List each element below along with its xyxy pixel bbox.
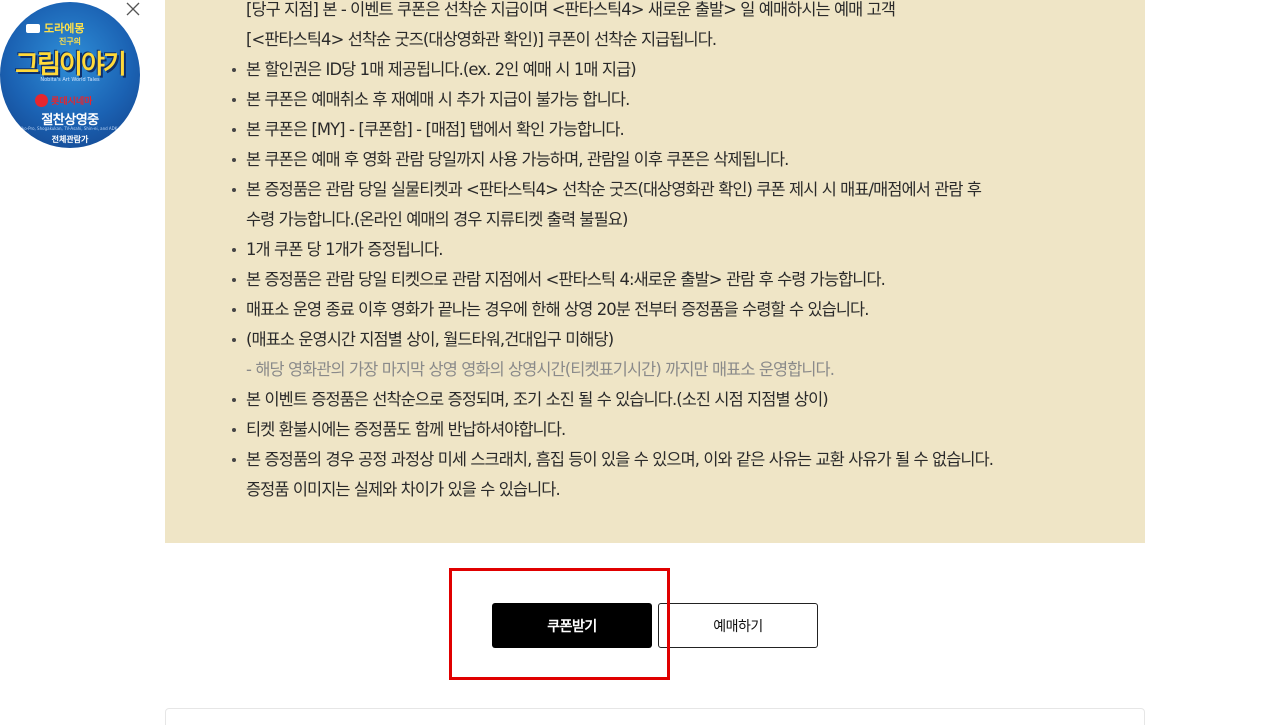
notice-item: 티켓 환불시에는 증정품도 함께 반납하셔야합니다.	[246, 420, 566, 439]
notice-item: 본 쿠폰은 예매 후 영화 관람 당일까지 사용 가능하며, 관람일 이후 쿠폰…	[246, 150, 789, 169]
brand-logo-icon	[35, 93, 48, 107]
notice-item: 본 쿠폰은 예매취소 후 재예매 시 추가 지급이 불가능 합니다.	[246, 90, 630, 109]
notice-item: 본 쿠폰은 [MY] - [쿠폰함] - [매점] 탭에서 확인 가능합니다.	[246, 120, 625, 139]
notice-item: 본 증정품의 경우 공정 과정상 미세 스크래치, 흠집 등이 있을 수 있으며…	[246, 450, 994, 469]
notice-sub-item: - 해당 영화관의 가장 마지막 상영 영화의 상영시간(티켓표기시간) 까지만…	[246, 360, 835, 379]
bullet-dot-icon	[232, 115, 238, 145]
rating-badge	[26, 24, 40, 33]
notice-item: 매표소 운영 종료 이후 영화가 끝나는 경우에 한해 상영 20분 전부터 증…	[246, 300, 869, 319]
bullet-dot-icon	[232, 445, 238, 475]
book-ticket-button[interactable]: 예매하기	[658, 603, 818, 648]
bullet-dot-icon	[232, 55, 238, 85]
brand-logo: 롯데시네마	[35, 92, 92, 108]
bullet-dot-icon	[232, 85, 238, 115]
notice-item: (매표소 운영시간 지점별 상이, 월드타워,건대입구 미해당)	[246, 330, 614, 349]
notice-list: [당구 지점] 본 - 이벤트 쿠폰은 선착순 지급이며 <판타스틱4> 새로운…	[165, 0, 1145, 543]
get-coupon-button[interactable]: 쿠폰받기	[492, 603, 652, 648]
bullet-dot-icon	[232, 295, 238, 325]
banner-title: 그림이야기	[15, 50, 127, 80]
notice-item: [당구 지점] 본 - 이벤트 쿠폰은 선착순 지급이며 <판타스틱4> 새로운…	[246, 0, 896, 19]
bullet-dot-icon	[232, 415, 238, 445]
close-icon	[126, 2, 140, 16]
banner-tag: 도라에몽	[44, 22, 85, 35]
notice-item: 수령 가능합니다.(온라인 예매의 경우 지류티켓 출력 불필요)	[246, 210, 628, 229]
notice-item: 1개 쿠폰 당 1개가 증정됩니다.	[246, 240, 443, 259]
brand-logo-text: 롯데시네마	[51, 96, 93, 107]
notice-item: 본 할인권은 ID당 1매 제공됩니다.(ex. 2인 예매 시 1매 지급)	[246, 60, 637, 79]
notice-item: [<판타스틱4> 선착순 굿즈(대상영화관 확인)] 쿠폰이 선착순 지급됩니다…	[246, 30, 717, 49]
bullet-dot-icon	[232, 265, 238, 295]
banner-english-title: Nobita's Art World Tales	[40, 77, 100, 83]
bullet-dot-icon	[232, 325, 238, 355]
notice-item: 본 증정품은 관람 당일 실물티켓과 <판타스틱4> 선착순 굿즈(대상영화관 …	[246, 180, 982, 199]
event-page: [당구 지점] 본 - 이벤트 쿠폰은 선착순 지급이며 <판타스틱4> 새로운…	[0, 0, 1276, 725]
bottom-card	[165, 708, 1145, 725]
bullet-dot-icon	[232, 385, 238, 415]
bullet-dot-icon	[232, 145, 238, 175]
notice-item: 증정품 이미지는 실제와 차이가 있을 수 있습니다.	[246, 480, 561, 499]
bullet-dot-icon	[232, 175, 238, 205]
banner-fine-print: ©Fujiko-Pro, Shogakukan, TV-Asahi, Shin-…	[11, 126, 129, 131]
bullet-dot-icon	[232, 235, 238, 265]
movie-promo-banner[interactable]: 도라에몽 진구의 그림이야기 Nobita's Art World Tales …	[0, 2, 140, 148]
notice-item: 본 이벤트 증정품은 선착순으로 증정되며, 조기 소진 될 수 있습니다.(소…	[246, 390, 829, 409]
event-notice-box: [당구 지점] 본 - 이벤트 쿠폰은 선착순 지급이며 <판타스틱4> 새로운…	[165, 0, 1145, 543]
notice-item: 본 증정품은 관람 당일 티켓으로 관람 지점에서 <판타스틱 4:새로운 출발…	[246, 270, 886, 289]
banner-close-button[interactable]	[124, 0, 142, 18]
banner-audience: 전체관람가	[51, 135, 89, 144]
